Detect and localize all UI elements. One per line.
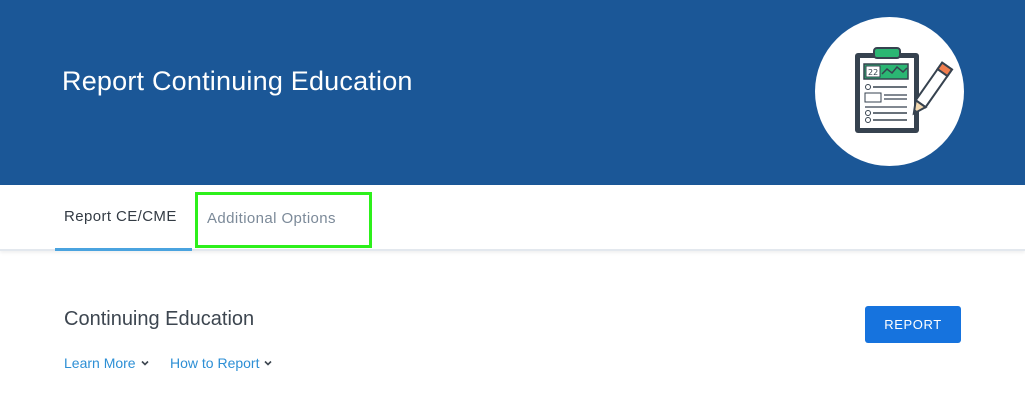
tab-bar: Report CE/CME Additional Options — [0, 185, 1025, 251]
learn-more-label: Learn More — [64, 355, 136, 371]
clipboard-chart-pencil-icon: 22 — [855, 47, 954, 133]
chevron-down-icon — [141, 360, 149, 366]
svg-text:22: 22 — [868, 68, 878, 77]
active-tab-indicator — [55, 248, 192, 251]
page-header: Report Continuing Education 22 — [0, 0, 1025, 185]
chevron-down-icon — [264, 360, 273, 366]
section-title: Continuing Education — [64, 308, 255, 330]
how-to-report-label: How to Report — [170, 355, 260, 371]
header-badge: 22 — [815, 17, 964, 166]
tab-label: Report CE/CME — [64, 208, 177, 225]
tab-additional-options[interactable]: Additional Options — [195, 192, 372, 248]
learn-more-link[interactable]: Learn More — [64, 355, 150, 371]
tab-report-ce-cme[interactable]: Report CE/CME — [55, 185, 192, 251]
tab-label: Additional Options — [207, 210, 336, 227]
how-to-report-link[interactable]: How to Report — [170, 355, 273, 371]
report-button[interactable]: REPORT — [865, 306, 961, 343]
page-title: Report Continuing Education — [62, 66, 413, 96]
